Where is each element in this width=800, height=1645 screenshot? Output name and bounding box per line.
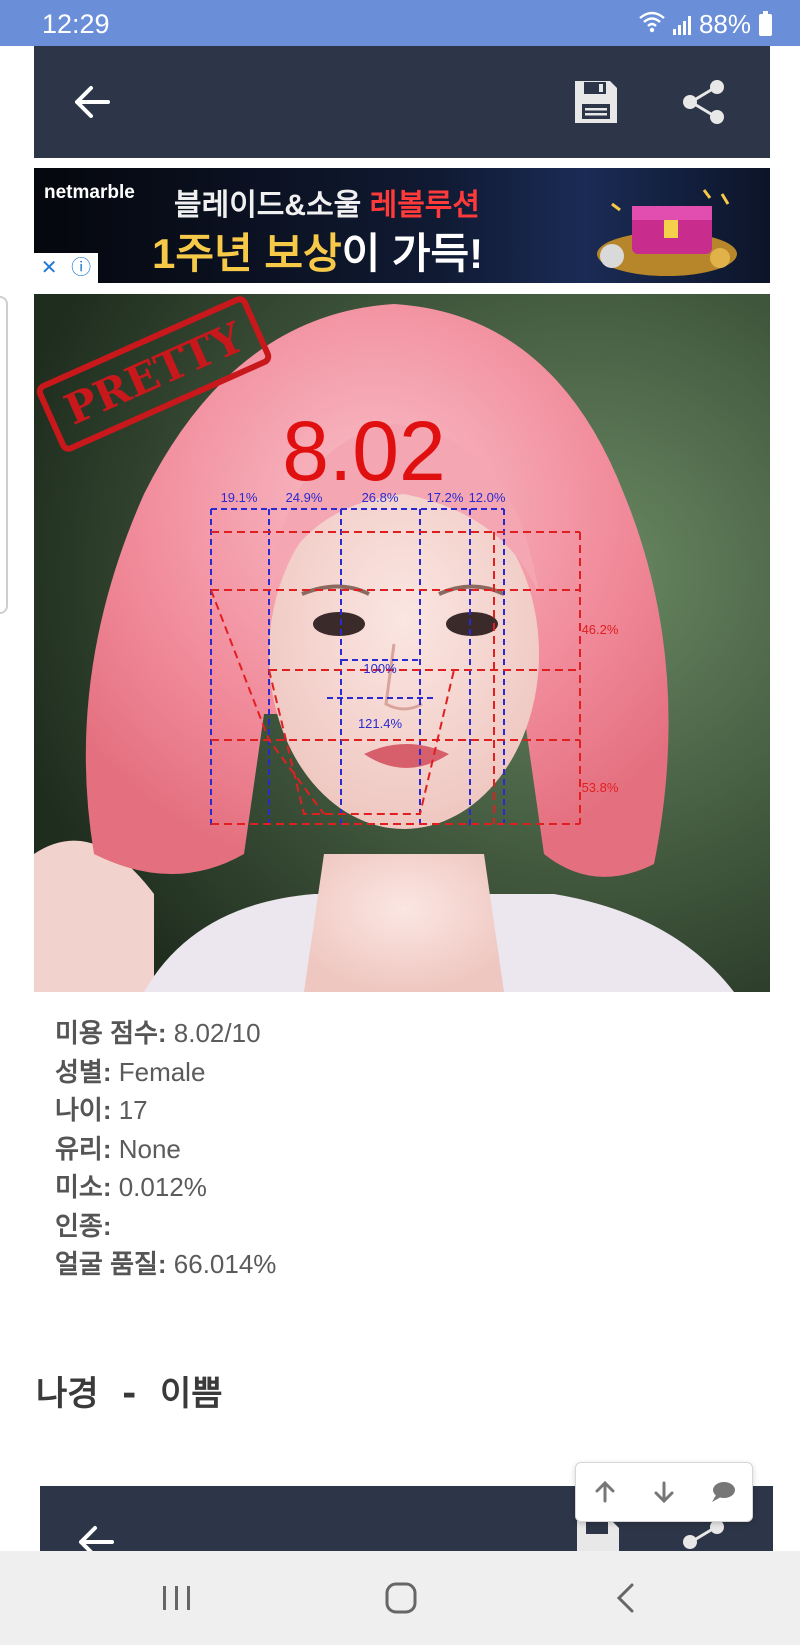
treasure-chest-image: [597, 189, 737, 276]
width-ratio-4: 17.2%: [427, 490, 464, 505]
status-time: 12:29: [42, 9, 110, 39]
floating-action-bar: [575, 1462, 753, 1522]
info-icon[interactable]: ⓘ: [71, 258, 91, 278]
back-button-2[interactable]: [68, 1514, 124, 1556]
arrow-down-icon: [654, 1481, 674, 1503]
status-icons: 88%: [639, 9, 772, 40]
save-button[interactable]: [568, 74, 624, 130]
info-row-face-quality: 얼굴 품질: 66.014%: [55, 1249, 277, 1279]
app-toolbar: [34, 46, 770, 158]
info-row-smile: 미소: 0.012%: [55, 1172, 207, 1202]
back-button[interactable]: [64, 74, 120, 130]
scroll-up-button[interactable]: [585, 1472, 625, 1512]
width-ratio-2: 24.9%: [286, 490, 323, 505]
battery-icon: [759, 10, 772, 36]
width-ratio-1: 19.1%: [221, 490, 258, 505]
analysis-info-list: 미용 점수: 8.02/10 성별: Female 나이: 17 유리: Non…: [55, 1014, 276, 1284]
ad-choices[interactable]: ✕ ⓘ: [34, 253, 98, 283]
scroll-down-button[interactable]: [644, 1472, 684, 1512]
info-row-gender: 성별: Female: [55, 1056, 206, 1087]
chevron-left-icon: [616, 1583, 634, 1613]
nose-width-ratio: 100%: [363, 661, 397, 676]
info-row-glasses: 유리: None: [55, 1133, 181, 1164]
close-icon[interactable]: ✕: [41, 258, 58, 278]
system-navigation-bar: [0, 1551, 800, 1645]
battery-percent: 88%: [698, 9, 751, 39]
info-row-race: 인종:: [55, 1210, 112, 1241]
back-nav-button[interactable]: [596, 1573, 656, 1623]
home-button[interactable]: [371, 1573, 431, 1623]
upper-face-ratio: 46.2%: [582, 622, 619, 637]
width-ratio-5: 12.0%: [469, 490, 506, 505]
lower-face-ratio: 53.8%: [582, 780, 619, 795]
signal-icon: [672, 15, 691, 35]
ad-banner[interactable]: netmarble 블레이드&소울 레볼루션 1주년 보상이 가득! ✕ ⓘ: [34, 168, 770, 283]
post-title: 나경 - 이쁨: [36, 1374, 223, 1414]
info-row-age: 나이: 17: [55, 1095, 148, 1125]
arrow-up-icon: [595, 1481, 615, 1503]
beauty-score: 8.02: [282, 404, 446, 498]
edge-panel-handle[interactable]: [0, 296, 8, 614]
recent-apps-icon: [163, 1586, 190, 1610]
status-bar: 12:29 88%: [0, 0, 800, 46]
mouth-width-ratio: 121.4%: [358, 716, 403, 731]
arrow-left-icon: [75, 86, 110, 118]
ad-brand: netmarble: [44, 182, 135, 203]
comment-button[interactable]: [703, 1472, 743, 1512]
face-analysis-image: 8.02 19.1% 24.9% 26.8% 17.2% 12.0% 100% …: [34, 294, 770, 992]
ad-headline: 블레이드&소울 레볼루션: [174, 189, 481, 222]
save-icon: [575, 81, 617, 123]
width-ratio-3: 26.8%: [362, 490, 399, 505]
home-icon: [385, 1582, 417, 1614]
ad-subheadline: 1주년 보상이 가득!: [152, 230, 484, 277]
wifi-icon: [639, 11, 665, 39]
info-row-beauty-score: 미용 점수: 8.02/10: [55, 1018, 261, 1048]
share-button[interactable]: [676, 74, 732, 130]
comment-icon: [711, 1482, 735, 1502]
recent-apps-button[interactable]: [147, 1573, 207, 1623]
share-icon: [683, 80, 724, 124]
